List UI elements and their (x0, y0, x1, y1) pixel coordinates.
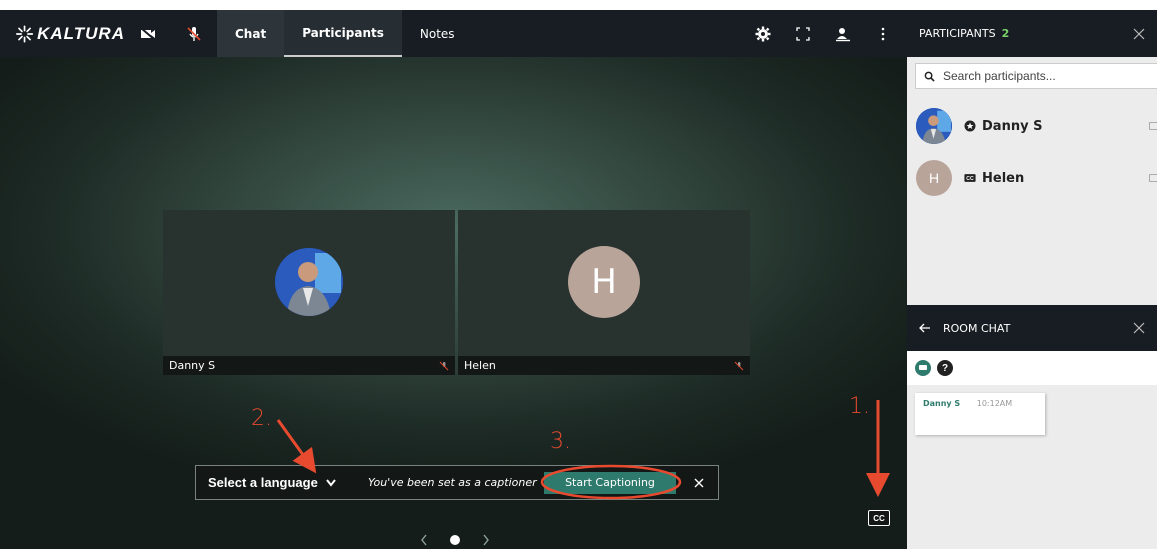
chat-toolbar: ? (907, 351, 1157, 385)
avatar (916, 108, 952, 144)
avatar-photo-icon (275, 248, 343, 316)
close-icon[interactable] (1133, 322, 1145, 334)
chevron-right-icon[interactable] (482, 534, 490, 546)
tile-name-bar: Danny S (163, 356, 455, 375)
screen-icon (1149, 122, 1157, 130)
svg-text:CC: CC (966, 176, 974, 182)
moderator-icon (964, 120, 976, 132)
tab-chat[interactable]: Chat (217, 10, 285, 57)
participants-title: PARTICIPANTS (919, 27, 996, 40)
kaltura-logo-icon (16, 24, 34, 43)
logo-text: KALTURA (37, 23, 125, 43)
avatar: H (568, 246, 640, 318)
more-vertical-icon (881, 27, 885, 40)
annotation-step-2: 2. (251, 406, 272, 431)
mic-off-icon (187, 26, 201, 41)
tile-name: Helen (464, 359, 496, 372)
avatar-photo-icon (916, 108, 952, 144)
start-captioning-button[interactable]: Start Captioning (544, 471, 676, 494)
search-input[interactable] (943, 69, 1143, 83)
avatar: H (916, 160, 952, 196)
captioner-message: You've been set as a captioner (368, 476, 537, 489)
fullscreen-icon (796, 26, 810, 41)
page-dot[interactable] (450, 535, 460, 545)
screen-icon (1149, 174, 1157, 182)
side-panel: PARTICIPANTS 2 Danny S (907, 10, 1157, 549)
tile-pager (420, 532, 490, 548)
participant-status-icon (836, 27, 850, 41)
closed-captions-button[interactable]: CC (868, 510, 890, 526)
tab-participants[interactable]: Participants (284, 10, 402, 57)
mic-muted-icon (439, 361, 449, 370)
chevron-down-icon (326, 478, 336, 487)
message-author: Danny S (923, 399, 961, 408)
video-tile-danny[interactable]: Danny S (163, 210, 455, 375)
captioner-icon: CC (964, 172, 976, 184)
mic-muted-icon (734, 361, 744, 370)
more-menu-button[interactable] (863, 10, 903, 57)
mic-off-button[interactable] (171, 10, 217, 57)
chevron-left-icon[interactable] (420, 534, 428, 546)
chat-bubble-icon[interactable] (915, 360, 931, 376)
tab-notes[interactable]: Notes (402, 10, 473, 57)
close-icon[interactable] (1133, 28, 1145, 40)
raise-hand-button[interactable] (823, 10, 863, 57)
participant-row[interactable]: Danny S (907, 106, 1157, 146)
participants-search (915, 63, 1157, 89)
close-icon (694, 478, 704, 487)
kaltura-logo: KALTURA (0, 24, 125, 44)
participant-name: Helen (982, 170, 1025, 186)
gear-icon (755, 26, 771, 41)
language-select-label: Select a language (208, 475, 318, 490)
search-icon (924, 71, 935, 82)
camera-off-button[interactable] (125, 10, 171, 57)
toolbar-right-group (743, 10, 907, 57)
message-time: 10:12AM (976, 399, 1013, 408)
back-arrow-icon[interactable] (919, 323, 931, 333)
participant-name: Danny S (982, 118, 1043, 134)
room-chat-title: ROOM CHAT (943, 321, 1011, 335)
chat-messages: Danny S 10:12AM (907, 385, 1157, 549)
room-chat-header: ROOM CHAT (907, 305, 1157, 351)
fullscreen-button[interactable] (783, 10, 823, 57)
help-icon[interactable]: ? (937, 360, 953, 376)
video-tile-helen[interactable]: H Helen (458, 210, 750, 375)
participants-count: 2 (1001, 27, 1010, 40)
tile-name: Danny S (169, 359, 216, 372)
chat-message: Danny S 10:12AM (915, 393, 1045, 435)
language-select[interactable]: Select a language (196, 475, 354, 490)
top-toolbar: KALTURA Chat Participants Notes (0, 10, 907, 57)
tile-name-bar: Helen (458, 356, 750, 375)
participants-header: PARTICIPANTS 2 (907, 10, 1157, 57)
video-stage: Danny S H Helen Select a language You've… (0, 57, 907, 549)
camera-off-icon (140, 26, 156, 41)
avatar (275, 248, 343, 316)
settings-button[interactable] (743, 10, 783, 57)
annotation-step-1: 1. (849, 394, 870, 419)
participant-row[interactable]: H CC Helen (907, 158, 1157, 198)
app-window: KALTURA Chat Participants Notes Danny S … (0, 10, 1157, 549)
captioning-bar: Select a language You've been set as a c… (195, 465, 719, 500)
annotation-step-3: 3. (550, 429, 571, 454)
close-captioning-button[interactable] (692, 476, 706, 490)
